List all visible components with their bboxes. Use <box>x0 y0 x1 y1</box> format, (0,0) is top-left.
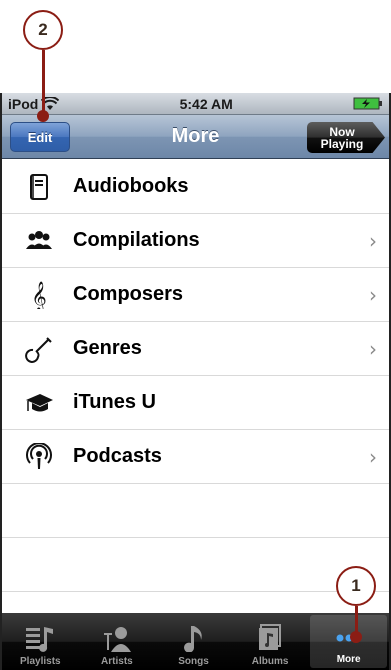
now-playing-line2: Playing <box>320 136 364 151</box>
svg-text:𝄞: 𝄞 <box>31 281 46 309</box>
callout-2-dot <box>37 110 49 122</box>
chevron-right-icon: › <box>369 228 377 253</box>
callout-2-number: 2 <box>38 20 48 39</box>
list-item-label: Audiobooks <box>73 175 189 197</box>
empty-row <box>2 484 389 538</box>
albums-icon <box>259 624 282 650</box>
list-item-label: Genres <box>73 337 142 359</box>
graduation-cap-icon <box>22 388 56 418</box>
ipod-screen: iPod 5:42 AM Edit More Now Playing Audio… <box>0 93 391 670</box>
now-playing-line1: Now <box>329 124 355 139</box>
treble-clef-icon: 𝄞 <box>22 280 56 310</box>
callout-1: 1 <box>336 566 376 606</box>
edit-button[interactable]: Edit <box>10 122 70 152</box>
page-title: More <box>171 125 220 147</box>
artists-icon <box>103 627 131 652</box>
guitar-icon <box>22 334 56 364</box>
callout-2-line <box>42 50 45 116</box>
list-item-label: Podcasts <box>73 445 162 467</box>
status-bar: iPod 5:42 AM <box>2 93 389 115</box>
podcast-icon <box>22 442 56 472</box>
callout-2: 2 <box>23 10 63 50</box>
list-item-label: Compilations <box>73 229 200 251</box>
tab-playlists[interactable]: Playlists <box>2 613 79 670</box>
callout-1-number: 1 <box>351 576 361 595</box>
list-item-genres[interactable]: Genres › <box>2 322 389 376</box>
status-time: 5:42 AM <box>179 95 233 112</box>
callout-1-dot <box>350 631 362 643</box>
tab-label: More <box>336 654 361 665</box>
tab-label: Songs <box>178 656 209 667</box>
empty-row <box>2 538 389 592</box>
list-item-label: Composers <box>73 283 184 305</box>
playlists-icon <box>26 627 54 652</box>
list-item-label: iTunes U <box>73 391 156 413</box>
tab-label: Playlists <box>20 656 61 667</box>
tab-label: Albums <box>251 656 289 667</box>
navigation-bar: Edit More Now Playing <box>2 115 389 159</box>
list-item-audiobooks[interactable]: Audiobooks <box>2 160 389 214</box>
audiobook-icon <box>22 172 56 202</box>
now-playing-button[interactable]: Now Playing <box>307 122 385 153</box>
battery-charging-icon <box>353 97 382 110</box>
chevron-right-icon: › <box>369 444 377 469</box>
compilations-icon <box>22 226 56 256</box>
list-item-composers[interactable]: 𝄞 Composers › <box>2 268 389 322</box>
chevron-right-icon: › <box>369 282 377 307</box>
list-item-podcasts[interactable]: Podcasts › <box>2 430 389 484</box>
list-item-itunes-u[interactable]: iTunes U <box>2 376 389 430</box>
more-list: Audiobooks Compilations › 𝄞 Composers › … <box>2 160 389 613</box>
tab-songs[interactable]: Songs <box>155 613 232 670</box>
chevron-right-icon: › <box>369 336 377 361</box>
tab-artists[interactable]: Artists <box>79 613 156 670</box>
tab-label: Artists <box>101 656 133 667</box>
tab-albums[interactable]: Albums <box>232 613 309 670</box>
tab-more[interactable]: More <box>310 615 387 668</box>
tab-bar: Playlists Artists Songs Albums More <box>2 613 389 670</box>
music-note-icon <box>184 626 203 652</box>
list-item-compilations[interactable]: Compilations › <box>2 214 389 268</box>
carrier-label: iPod <box>8 95 39 112</box>
